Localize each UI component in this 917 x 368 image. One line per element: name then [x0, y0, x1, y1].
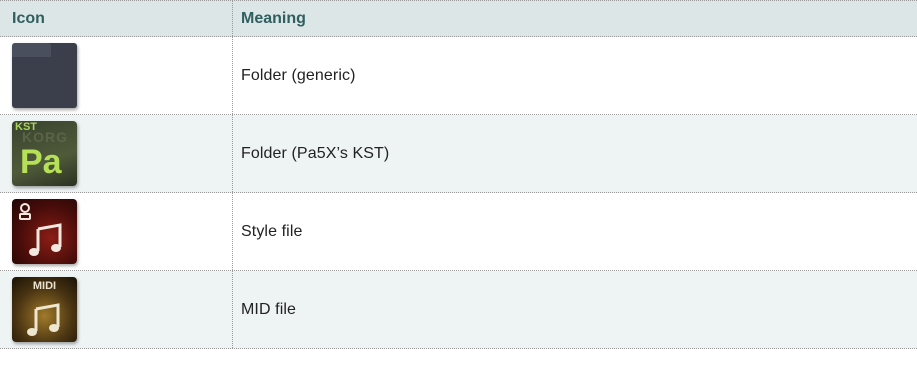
icon-cell: KST KORG Pa [0, 115, 233, 192]
pa-icon-label: Pa [20, 143, 62, 181]
icon-cell: MIDI [0, 271, 233, 348]
style-file-icon [12, 199, 77, 264]
icon-cell [0, 37, 233, 114]
table-row: Style file [0, 193, 917, 271]
icon-cell [0, 193, 233, 270]
column-header-meaning: Meaning [241, 9, 306, 27]
table-row: MIDI MID file [0, 271, 917, 349]
folder-tab-shape [12, 43, 51, 57]
table-row: KST KORG Pa Folder (Pa5X’s KST) [0, 115, 917, 193]
meaning-cell: Folder (Pa5X’s KST) [241, 144, 390, 162]
folder-generic-icon [12, 43, 77, 108]
midi-music-note-graphic [27, 303, 60, 336]
meaning-cell: MID file [241, 300, 297, 318]
table-row: Folder (generic) [0, 37, 917, 115]
meaning-cell: Folder (generic) [241, 66, 356, 84]
table-header-row: Icon Meaning [0, 0, 917, 37]
folder-kst-icon: KST KORG Pa [12, 121, 77, 186]
meaning-cell: Style file [241, 222, 303, 240]
mid-file-icon: MIDI [12, 277, 77, 342]
style-music-note-graphic [19, 203, 62, 256]
column-header-icon: Icon [0, 1, 233, 36]
icon-legend-table: Icon Meaning Folder (generic) KST KORG P… [0, 0, 917, 349]
